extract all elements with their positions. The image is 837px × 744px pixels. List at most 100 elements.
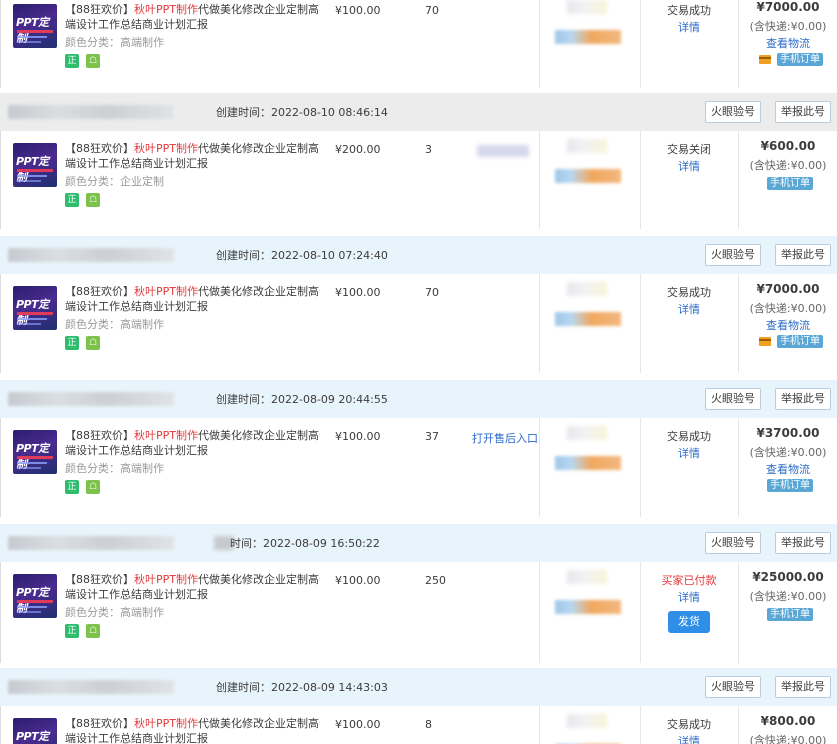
thumbnail-decoration <box>17 312 53 315</box>
product-thumbnail[interactable]: PPT定制 <box>13 574 57 618</box>
card-icon <box>759 337 771 346</box>
product-thumbnail[interactable]: PPT定制 <box>13 143 57 187</box>
buyer-name-blurred <box>8 392 174 406</box>
report-account-button[interactable]: 举报此号 <box>775 532 831 554</box>
thumbnail-decoration <box>17 611 41 613</box>
product-variant: 颜色分类：高端制作 <box>65 462 164 475</box>
genuine-badge-icon: 正 <box>65 624 79 638</box>
gift-badge-icon: ☖ <box>86 54 100 68</box>
huoyan-verify-button[interactable]: 火眼验号 <box>705 101 761 123</box>
view-logistics-link[interactable]: 查看物流 <box>738 461 837 477</box>
blurred-buyer-info <box>567 0 607 14</box>
column-divider <box>539 131 540 229</box>
blurred-buyer-info <box>567 139 607 153</box>
order-detail-link[interactable]: 详情 <box>641 733 737 744</box>
product-title-link[interactable]: 【88狂欢价】秋叶PPT制作代做美化修改企业定制高端设计工作总结商业计划汇报 <box>65 572 325 602</box>
thumbnail-decoration <box>17 467 41 469</box>
unit-price: ¥100.00 <box>335 4 381 17</box>
report-account-button[interactable]: 举报此号 <box>775 388 831 410</box>
order-header: 时间：2022-08-09 16:50:22 火眼验号 举报此号 <box>0 524 837 562</box>
unit-price: ¥100.00 <box>335 430 381 443</box>
buyer-name-blurred <box>8 536 174 550</box>
view-logistics-link[interactable]: 查看物流 <box>738 35 837 51</box>
product-title-link[interactable]: 【88狂欢价】秋叶PPT制作代做美化修改企业定制高端设计工作总结商业计划汇报 <box>65 716 325 744</box>
thumbnail-decoration <box>17 36 47 38</box>
huoyan-verify-button[interactable]: 火眼验号 <box>705 244 761 266</box>
product-thumbnail[interactable]: PPT定制 <box>13 286 57 330</box>
blurred-buyer-info <box>567 426 607 440</box>
order-total: ¥7000.00 <box>756 282 820 296</box>
ship-button[interactable]: 发货 <box>668 611 710 633</box>
shipping-fee: (含快递:¥0.00) <box>749 159 827 172</box>
blurred-address-info <box>555 600 621 614</box>
order-header: 创建时间：2022-08-10 08:46:14 火眼验号 举报此号 <box>0 93 837 131</box>
title-brand: 秋叶PPT制作 <box>134 142 198 155</box>
blurred-buyer-info <box>567 570 607 584</box>
shipping-fee: (含快递:¥0.00) <box>749 734 827 744</box>
order-row: PPT定制【88狂欢价】秋叶PPT制作代做美化修改企业定制高端设计工作总结商业计… <box>0 131 837 229</box>
card-icon <box>759 55 771 64</box>
blurred-address-info <box>555 312 621 326</box>
quantity: 70 <box>425 4 439 17</box>
title-prefix: 【88狂欢价】 <box>65 717 134 730</box>
product-title-link[interactable]: 【88狂欢价】秋叶PPT制作代做美化修改企业定制高端设计工作总结商业计划汇报 <box>65 2 325 32</box>
huoyan-verify-button[interactable]: 火眼验号 <box>705 676 761 698</box>
unit-price: ¥200.00 <box>335 143 381 156</box>
blurred-address-info <box>555 456 621 470</box>
order-list: PPT定制 【88狂欢价】秋叶PPT制作代做美化修改企业定制高端设计工作总结商业计… <box>0 0 837 744</box>
title-brand: 秋叶PPT制作 <box>134 285 198 298</box>
product-thumbnail[interactable]: PPT定制 <box>13 4 57 48</box>
view-logistics-link[interactable]: 查看物流 <box>738 317 837 333</box>
unit-price: ¥100.00 <box>335 574 381 587</box>
product-title-link[interactable]: 【88狂欢价】秋叶PPT制作代做美化修改企业定制高端设计工作总结商业计划汇报 <box>65 428 325 458</box>
shipping-fee: (含快递:¥0.00) <box>749 302 827 315</box>
order-row: PPT定制 【88狂欢价】秋叶PPT制作代做美化修改企业定制高端设计工作总结商业计… <box>0 706 837 744</box>
product-variant: 颜色分类：企业定制 <box>65 175 164 188</box>
gift-badge-icon: ☖ <box>86 624 100 638</box>
order-header: 创建时间：2022-08-09 20:44:55 火眼验号 举报此号 <box>0 380 837 418</box>
product-title-link[interactable]: 【88狂欢价】秋叶PPT制作代做美化修改企业定制高端设计工作总结商业计划汇报 <box>65 284 325 314</box>
report-account-button[interactable]: 举报此号 <box>775 676 831 698</box>
order-detail-link[interactable]: 详情 <box>641 158 737 174</box>
huoyan-verify-button[interactable]: 火眼验号 <box>705 532 761 554</box>
aftersale-entry-link[interactable]: 打开售后入口 <box>472 430 538 446</box>
order-total: ¥25000.00 <box>752 570 824 584</box>
order-detail-link[interactable]: 详情 <box>641 19 737 35</box>
thumbnail-decoration <box>17 180 41 182</box>
order-row: PPT定制【88狂欢价】秋叶PPT制作代做美化修改企业定制高端设计工作总结商业计… <box>0 562 837 663</box>
product-thumbnail[interactable]: PPT定制 <box>13 718 57 744</box>
huoyan-verify-button[interactable]: 火眼验号 <box>705 388 761 410</box>
shipping-fee: (含快递:¥0.00) <box>749 446 827 459</box>
product-thumbnail[interactable]: PPT定制 <box>13 430 57 474</box>
title-brand: 秋叶PPT制作 <box>134 3 198 16</box>
product-variant: 颜色分类：高端制作 <box>65 36 164 49</box>
gift-badge-icon: ☖ <box>86 193 100 207</box>
thumbnail-decoration <box>17 462 47 464</box>
order-detail-link[interactable]: 详情 <box>641 445 737 461</box>
report-account-button[interactable]: 举报此号 <box>775 101 831 123</box>
order-detail-link[interactable]: 详情 <box>641 589 737 605</box>
blurred-address-info <box>555 169 621 183</box>
created-time: 创建时间：2022-08-10 08:46:14 <box>216 106 388 119</box>
quantity: 8 <box>425 718 432 731</box>
order-total: ¥800.00 <box>760 714 816 728</box>
thumbnail-decoration <box>17 169 53 172</box>
trade-status: 交易关闭 <box>667 143 711 156</box>
genuine-badge-icon: 正 <box>65 54 79 68</box>
report-account-button[interactable]: 举报此号 <box>775 244 831 266</box>
order-detail-link[interactable]: 详情 <box>641 301 737 317</box>
blurred-address-info <box>555 30 621 44</box>
title-prefix: 【88狂欢价】 <box>65 429 134 442</box>
order-header: 创建时间：2022-08-09 14:43:03 火眼验号 举报此号 <box>0 668 837 706</box>
thumbnail-text: PPT定制 <box>16 730 49 743</box>
blurred-buyer-info <box>567 714 607 728</box>
created-time: 创建时间：2022-08-09 14:43:03 <box>216 681 388 694</box>
product-title-link[interactable]: 【88狂欢价】秋叶PPT制作代做美化修改企业定制高端设计工作总结商业计划汇报 <box>65 141 325 171</box>
gift-badge-icon: ☖ <box>86 336 100 350</box>
mobile-order-tag: 手机订单 <box>777 335 823 348</box>
title-brand: 秋叶PPT制作 <box>134 573 198 586</box>
quantity: 250 <box>425 574 446 587</box>
created-time: 时间：2022-08-09 16:50:22 <box>230 537 380 550</box>
column-divider <box>539 274 540 373</box>
buyer-name-blurred <box>8 248 174 262</box>
